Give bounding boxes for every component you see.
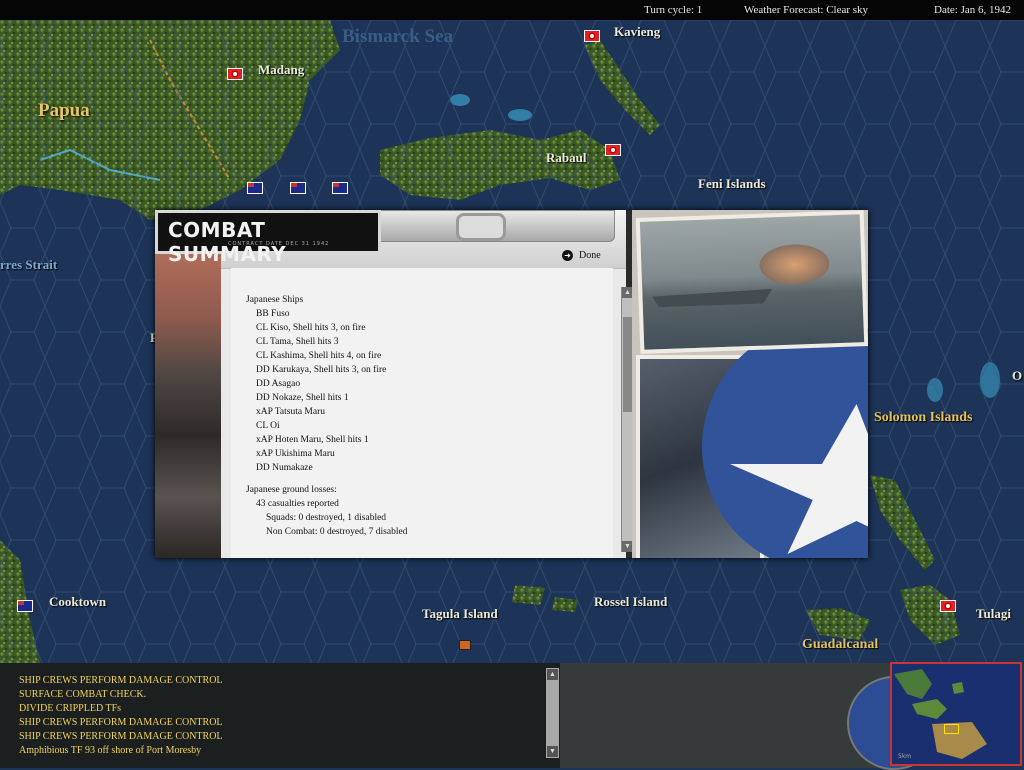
combat-summary-banner: COMBAT SUMMARY CONTRACT DATE DEC 31 1942 (155, 210, 381, 266)
report-line: DD Numakaze (256, 463, 313, 473)
message-line: SHIP CREWS PERFORM DAMAGE CONTROL (19, 731, 223, 742)
message-line: DIVIDE CRIPPLED TFs (19, 703, 122, 714)
minimap[interactable]: 5km (890, 662, 1022, 766)
rising-sun-flag-icon[interactable] (584, 30, 600, 42)
done-button[interactable]: ➜ Done (562, 250, 601, 264)
australian-flag-icon[interactable] (290, 182, 306, 194)
report-line: CL Tama, Shell hits 3 (256, 337, 339, 347)
report-line: DD Nokaze, Shell hits 1 (256, 393, 349, 403)
place-tagula-island: Tagula Island (422, 606, 498, 621)
photo-battleship-firing (635, 210, 868, 354)
report-line: xAP Ukishima Maru (256, 449, 335, 459)
done-label: Done (579, 250, 601, 261)
ship-hull (652, 285, 773, 307)
message-line: SHIP CREWS PERFORM DAMAGE CONTROL (19, 675, 223, 686)
message-log: SHIP CREWS PERFORM DAMAGE CONTROL SURFACE… (19, 674, 223, 758)
minimap-terrain (892, 664, 1020, 764)
report-line: CL Oi (256, 421, 280, 431)
message-line: SURFACE COMBAT CHECK. (19, 689, 147, 700)
edge-label-o: O (1012, 368, 1023, 383)
gun-smoke (758, 243, 831, 286)
rising-sun-flag-icon[interactable] (227, 68, 243, 80)
message-log-panel: SHIP CREWS PERFORM DAMAGE CONTROL SURFACE… (0, 663, 560, 768)
place-madang: Madang (258, 62, 305, 77)
combat-summary-dialog: COMBAT SUMMARY CONTRACT DATE DEC 31 1942… (155, 210, 868, 558)
triangle-down-icon[interactable]: ▼ (547, 746, 558, 757)
rising-sun-flag-icon[interactable] (940, 600, 956, 612)
report-line: xAP Tatsuta Maru (256, 407, 325, 417)
report-line: Japanese Ships (246, 295, 304, 305)
report-line: DD Karukaya, Shell hits 3, on fire (256, 365, 387, 375)
report-spacer (246, 475, 618, 483)
report-line: CL Kiso, Shell hits 3, on fire (256, 323, 366, 333)
report-line: xAP Hoten Maru, Shell hits 1 (256, 435, 369, 445)
report-line: Non Combat: 0 destroyed, 7 disabled (266, 527, 408, 537)
triangle-up-icon[interactable]: ▲ (547, 669, 558, 680)
place-feni-islands: Feni Islands (698, 176, 766, 191)
photo-left-crew (155, 252, 224, 558)
place-cooktown: Cooktown (49, 594, 107, 609)
report-line: CL Kashima, Shell hits 4, on fire (256, 351, 382, 361)
message-line: Amphibious TF 93 off shore of Port Mores… (19, 745, 202, 756)
report-line: 43 casualties reported (256, 499, 339, 509)
clipboard-ring (456, 213, 506, 241)
report-line: Japanese ground losses: (246, 485, 337, 495)
message-line: SHIP CREWS PERFORM DAMAGE CONTROL (19, 717, 223, 728)
place-tulagi: Tulagi (976, 606, 1011, 621)
arrow-right-circle-icon: ➜ (562, 250, 573, 262)
turn-cycle-label: Turn cycle: 1 (644, 4, 703, 16)
rising-sun-flag-icon[interactable] (605, 144, 621, 156)
place-guadalcanal: Guadalcanal (802, 637, 879, 652)
place-kavieng: Kavieng (614, 24, 661, 39)
report-line: DD Asagao (256, 379, 301, 389)
scrollbar-thumb[interactable] (623, 317, 632, 412)
minimap-viewport-marker[interactable] (944, 724, 959, 734)
message-log-scrollbar[interactable]: ▲ ▼ (546, 668, 559, 758)
status-bar: Turn cycle: 1 Weather Forecast: Clear sk… (0, 0, 1024, 20)
dialog-subtitle: CONTRACT DATE DEC 31 1942 (228, 241, 330, 247)
strait-label: rres Strait (0, 257, 58, 272)
report-line: BB Fuso (256, 309, 290, 319)
place-rossel-island: Rossel Island (594, 594, 668, 609)
bottom-panel-background (560, 663, 890, 768)
task-force-icon[interactable] (459, 640, 471, 650)
photo-collage-right (632, 210, 868, 558)
australian-flag-icon[interactable] (332, 182, 348, 194)
combat-report: Japanese Ships BB Fuso CL Kiso, Shell hits… (246, 293, 618, 539)
place-solomon-islands: Solomon Islands (874, 410, 973, 425)
weather-forecast-label: Weather Forecast: Clear sky (744, 4, 869, 16)
report-line: Squads: 0 destroyed, 1 disabled (266, 513, 387, 523)
sea-label: Bismarck Sea (342, 26, 454, 47)
place-rabaul: Rabaul (546, 150, 587, 165)
minimap-zoom-label: 5km (898, 753, 912, 760)
australian-flag-icon[interactable] (247, 182, 263, 194)
region-label-papua: Papua (38, 100, 90, 121)
australian-flag-icon[interactable] (17, 600, 33, 612)
date-label: Date: Jan 6, 1942 (934, 4, 1011, 16)
